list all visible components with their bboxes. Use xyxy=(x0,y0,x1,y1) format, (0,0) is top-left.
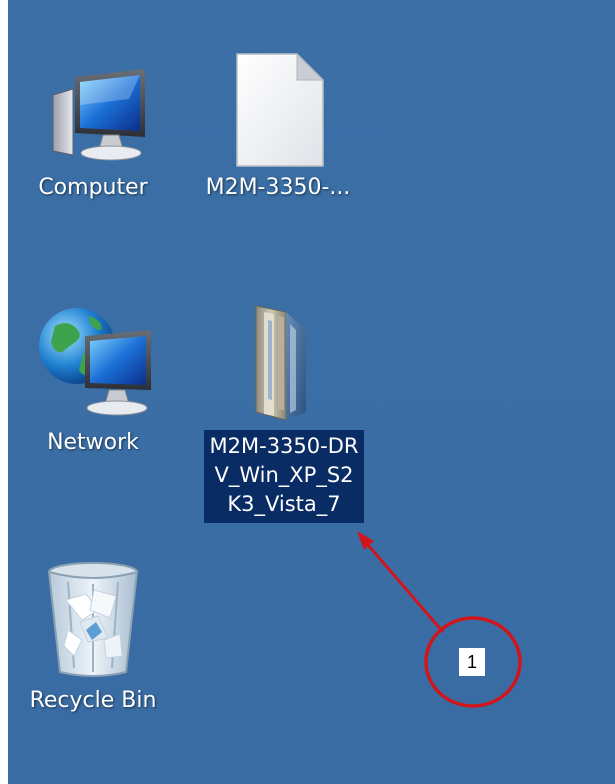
desktop[interactable]: Computer M2M-3350-... Network M2M-3350-D… xyxy=(8,0,615,784)
desktop-icon-network[interactable]: Network xyxy=(8,300,178,458)
desktop-icon-folder[interactable]: M2M-3350-DR V_Win_XP_S2 K3_Vista_7 xyxy=(184,300,384,523)
folder-icon xyxy=(234,300,334,422)
icon-label: M2M-3350-DR V_Win_XP_S2 K3_Vista_7 xyxy=(203,430,365,523)
icon-label: Network xyxy=(47,430,139,455)
desktop-icon-computer[interactable]: Computer xyxy=(8,55,178,203)
network-icon xyxy=(31,300,156,418)
icon-label: M2M-3350-... xyxy=(205,175,351,200)
icon-label: Computer xyxy=(38,175,148,200)
icon-label: Recycle Bin xyxy=(29,688,157,713)
recycle-bin-icon xyxy=(38,560,148,680)
file-icon xyxy=(223,52,333,168)
desktop-icon-file[interactable]: M2M-3350-... xyxy=(193,52,363,203)
computer-icon xyxy=(33,55,153,167)
desktop-icon-recycle-bin[interactable]: Recycle Bin xyxy=(8,560,178,716)
callout-number: 1 xyxy=(459,648,485,676)
